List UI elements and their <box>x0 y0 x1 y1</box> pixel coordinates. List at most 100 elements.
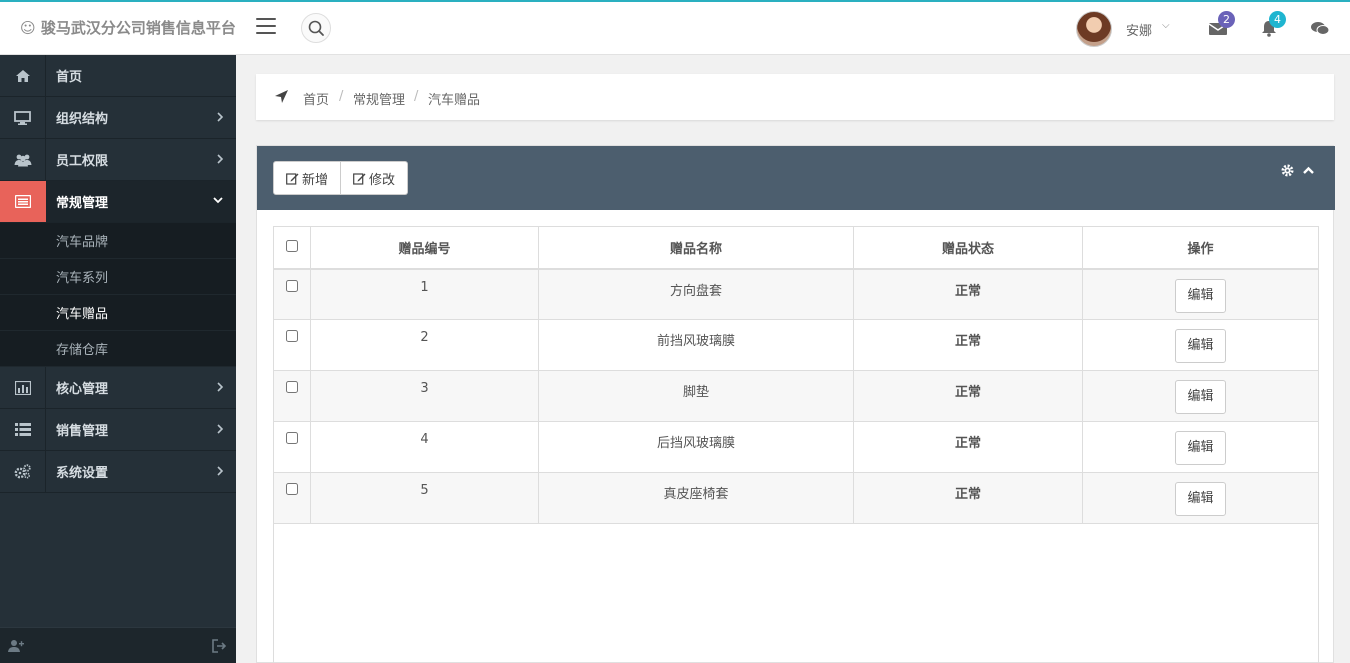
table-row: 1 方向盘套 正常 编辑 <box>273 268 1319 320</box>
gift-table: 赠品编号 赠品名称 赠品状态 操作 1 方向盘套 正常 编辑 2 前挡风玻璃膜 … <box>273 226 1319 524</box>
status-badge: 正常 <box>853 472 1083 524</box>
chat-button[interactable] <box>1310 18 1330 38</box>
search-icon <box>308 20 324 36</box>
sidebar-item-label: 常规管理 <box>56 196 109 211</box>
column-header-id[interactable]: 赠品编号 <box>310 226 539 270</box>
chevron-right-icon <box>217 424 224 434</box>
user-name[interactable]: 安娜 <box>1126 20 1152 39</box>
widget-header: 新增 修改 <box>257 146 1335 210</box>
status-badge: 正常 <box>853 319 1083 371</box>
breadcrumb: 首页 / 常规管理 / 汽车赠品 <box>256 74 1334 120</box>
edit-button[interactable]: 编辑 <box>1175 431 1226 465</box>
edit-icon <box>353 172 366 185</box>
sidebar-item-home[interactable]: 首页 <box>0 55 236 97</box>
modify-button[interactable]: 修改 <box>341 161 409 195</box>
list-icon <box>14 423 31 436</box>
sign-out-icon[interactable] <box>212 639 227 653</box>
chevron-right-icon <box>217 154 224 164</box>
gift-name: 后挡风玻璃膜 <box>538 421 854 473</box>
breadcrumb-separator: / <box>339 89 344 104</box>
sidebar-item-label: 核心管理 <box>56 382 109 397</box>
chevron-right-icon <box>217 466 224 476</box>
breadcrumb-general[interactable]: 常规管理 <box>353 89 405 108</box>
add-button-label: 新增 <box>302 172 329 188</box>
modify-button-label: 修改 <box>369 172 396 188</box>
sidebar-footer <box>0 627 236 663</box>
breadcrumb-home[interactable]: 首页 <box>303 89 329 108</box>
sidebar-item-sales[interactable]: 销售管理 <box>0 409 236 451</box>
sidebar-subitem-car-brand[interactable]: 汽车品牌 <box>0 223 236 259</box>
table-row: 4 后挡风玻璃膜 正常 编辑 <box>273 421 1319 473</box>
gift-name: 真皮座椅套 <box>538 472 854 524</box>
home-icon <box>15 69 30 82</box>
gift-name: 前挡风玻璃膜 <box>538 319 854 371</box>
add-button[interactable]: 新增 <box>273 161 342 195</box>
sidebar-item-label: 首页 <box>56 70 83 85</box>
chevron-down-icon[interactable]: ⌵ <box>1162 20 1170 31</box>
chevron-up-icon[interactable] <box>1302 164 1315 177</box>
table-row: 3 脚垫 正常 编辑 <box>273 370 1319 422</box>
gift-id: 2 <box>310 319 539 371</box>
edit-button[interactable]: 编辑 <box>1175 380 1226 414</box>
list-alt-icon <box>15 195 31 208</box>
row-checkbox[interactable] <box>286 330 298 342</box>
sidebar-item-general[interactable]: 常规管理 <box>0 181 236 223</box>
sidebar-item-label: 销售管理 <box>56 424 109 439</box>
edit-button[interactable]: 编辑 <box>1175 482 1226 516</box>
notification-button[interactable]: 4 <box>1259 11 1286 38</box>
edit-button[interactable]: 编辑 <box>1175 278 1226 313</box>
gift-name: 脚垫 <box>538 370 854 422</box>
chevron-right-icon <box>217 382 224 392</box>
select-all-checkbox[interactable] <box>286 240 298 253</box>
status-badge: 正常 <box>853 370 1083 422</box>
add-user-icon[interactable] <box>8 639 24 653</box>
column-header-status[interactable]: 赠品状态 <box>853 226 1083 270</box>
cogs-icon <box>14 464 31 479</box>
brand-title[interactable]: ☺ 骏马武汉分公司销售信息平台 <box>20 17 236 38</box>
sidebar-item-label: 系统设置 <box>56 466 109 481</box>
sidebar-subitem-car-gifts[interactable]: 汽车赠品 <box>0 295 236 331</box>
gift-id: 1 <box>310 268 539 320</box>
top-bar: ☺ 骏马武汉分公司销售信息平台 安娜 ⌵ 2 4 <box>0 0 1350 55</box>
desktop-icon <box>14 110 31 125</box>
mail-button[interactable]: 2 <box>1208 11 1235 38</box>
comments-icon <box>1311 22 1330 35</box>
users-icon <box>14 154 31 166</box>
search-button[interactable] <box>301 13 331 43</box>
chevron-down-icon <box>213 197 223 204</box>
chevron-right-icon <box>217 112 224 122</box>
sidebar-item-permissions[interactable]: 员工权限 <box>0 139 236 181</box>
edit-button[interactable]: 编辑 <box>1175 329 1226 363</box>
row-checkbox[interactable] <box>286 432 298 444</box>
row-checkbox[interactable] <box>286 483 298 495</box>
sidebar-item-label: 员工权限 <box>56 154 109 169</box>
location-arrow-icon <box>275 90 288 103</box>
avatar[interactable] <box>1076 11 1112 47</box>
mail-count-badge: 2 <box>1218 11 1235 28</box>
table-header-row: 赠品编号 赠品名称 赠品状态 操作 <box>273 226 1319 270</box>
notification-count-badge: 4 <box>1269 11 1286 28</box>
table-row: 5 真皮座椅套 正常 编辑 <box>273 472 1319 524</box>
column-header-action: 操作 <box>1082 226 1319 270</box>
toolbar: 新增 修改 <box>273 161 409 195</box>
edit-icon <box>286 172 299 185</box>
sidebar-item-settings[interactable]: 系统设置 <box>0 451 236 493</box>
row-checkbox[interactable] <box>286 381 298 393</box>
gift-id: 5 <box>310 472 539 524</box>
gear-icon[interactable] <box>1281 164 1294 177</box>
gift-list-widget: 新增 修改 赠品编号 赠品名称 赠品状态 操作 1 方向盘套 正常 编辑 2 前… <box>256 145 1335 663</box>
column-header-name[interactable]: 赠品名称 <box>538 226 854 270</box>
row-checkbox[interactable] <box>286 279 298 292</box>
widget-tools <box>1281 164 1315 177</box>
sidebar-item-organization[interactable]: 组织结构 <box>0 97 236 139</box>
sidebar-item-label: 组织结构 <box>56 112 109 127</box>
menu-toggle-icon[interactable] <box>256 18 276 36</box>
gift-id: 3 <box>310 370 539 422</box>
breadcrumb-current: 汽车赠品 <box>428 93 481 108</box>
select-all-cell <box>273 226 311 270</box>
breadcrumb-separator: / <box>414 89 419 104</box>
sidebar-subitem-car-series[interactable]: 汽车系列 <box>0 259 236 295</box>
sidebar-item-core[interactable]: 核心管理 <box>0 367 236 409</box>
gift-id: 4 <box>310 421 539 473</box>
sidebar-subitem-warehouse[interactable]: 存储仓库 <box>0 331 236 367</box>
